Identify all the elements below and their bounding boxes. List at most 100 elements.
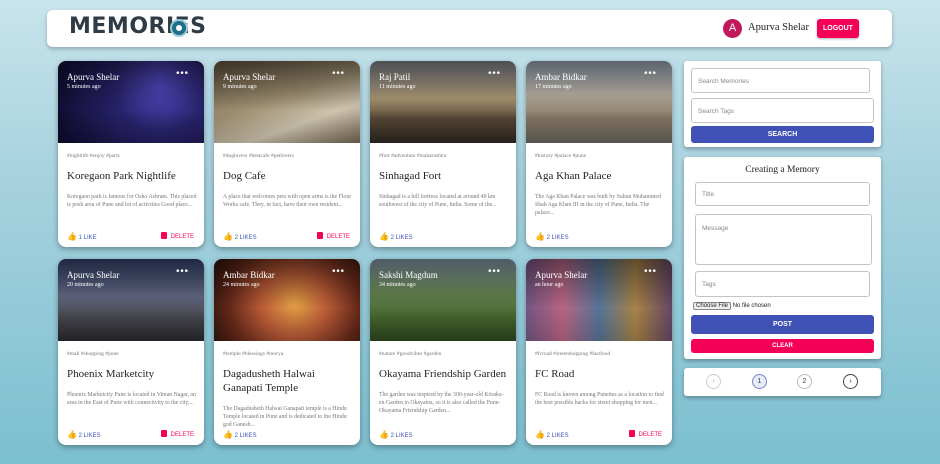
thumb-up-icon: 👍 xyxy=(379,232,389,241)
trash-icon xyxy=(628,430,635,437)
page-1-button[interactable]: 1 xyxy=(752,374,767,389)
like-count: 2 LIKES xyxy=(390,433,413,439)
memory-tags: #mall #shopping #pune xyxy=(67,351,119,357)
memory-title: Dog Cafe xyxy=(223,170,266,182)
delete-label: DELETE xyxy=(170,432,194,438)
clear-button[interactable]: CLEAR xyxy=(691,339,874,353)
memory-card[interactable]: Sakshi Magdum 34 minutes ago ••• #nature… xyxy=(370,259,516,445)
thumb-up-icon: 👍 xyxy=(223,430,233,439)
next-page-button[interactable]: › xyxy=(843,374,858,389)
title-input[interactable]: Title xyxy=(695,182,870,206)
memory-title: Sinhagad Fort xyxy=(379,170,442,182)
memory-tags: #fort #adventure #maharashtra xyxy=(379,153,447,159)
file-upload: Choose File No file chosen xyxy=(693,302,771,310)
memory-time: 20 minutes ago xyxy=(67,282,104,288)
like-button[interactable]: 👍 2 LIKES xyxy=(223,430,257,439)
tags-input[interactable]: Tags xyxy=(695,271,870,297)
delete-button[interactable]: DELETE xyxy=(160,232,194,240)
like-count: 2 LIKES xyxy=(234,235,257,241)
memory-title: Aga Khan Palace xyxy=(535,170,612,182)
memory-message: A place that welcomes pets with open arm… xyxy=(223,194,352,208)
trash-icon xyxy=(160,232,167,239)
like-count: 2 LIKES xyxy=(78,433,101,439)
memory-title: Koregaon Park Nightlife xyxy=(67,170,176,182)
memory-card[interactable]: Raj Patil 11 minutes ago ••• #fort #adve… xyxy=(370,61,516,247)
memory-message: Phoenix Marketcity Pune is located in Vi… xyxy=(67,392,196,406)
memory-creator: Raj Patil xyxy=(379,72,411,82)
memory-card[interactable]: Apurva Shelar 9 minutes ago ••• #doglove… xyxy=(214,61,360,247)
search-panel: Search Memories Search Tags SEARCH xyxy=(684,61,881,147)
delete-button[interactable]: DELETE xyxy=(160,430,194,438)
like-button[interactable]: 👍 2 LIKES xyxy=(535,430,569,439)
more-options-icon[interactable]: ••• xyxy=(175,69,189,79)
memory-creator: Apurva Shelar xyxy=(223,72,276,82)
post-button[interactable]: POST xyxy=(691,315,874,334)
message-placeholder: Message xyxy=(702,225,729,232)
memory-time: 11 minutes ago xyxy=(379,84,416,90)
more-options-icon[interactable]: ••• xyxy=(175,267,189,277)
memory-message: The garden was inspired by the 300-year-… xyxy=(379,392,504,414)
memory-card[interactable]: Apurva Shelar an hour ago ••• #fcroad #s… xyxy=(526,259,672,445)
memory-time: 17 minutes ago xyxy=(535,84,572,90)
memory-time: an hour ago xyxy=(535,282,564,288)
memory-tags: #fcroad #streetshopping #fastfood xyxy=(535,351,611,357)
search-tags-input[interactable]: Search Tags xyxy=(691,98,874,123)
memory-message: FC Road is known among Puneites as a loc… xyxy=(535,392,664,406)
memory-time: 9 minutes ago xyxy=(223,84,257,90)
app-bar: MEMORIES A Apurva Shelar LOGOUT xyxy=(47,10,892,47)
like-count: 2 LIKES xyxy=(234,433,257,439)
logout-button[interactable]: LOGOUT xyxy=(817,19,859,38)
thumb-up-icon: 👍 xyxy=(535,232,545,241)
memory-creator: Apurva Shelar xyxy=(67,270,120,280)
like-button[interactable]: 👍 1 LIKE xyxy=(67,232,97,241)
thumb-up-icon: 👍 xyxy=(67,232,77,241)
like-button[interactable]: 👍 2 LIKES xyxy=(379,430,413,439)
memory-message: The Aga Khan Palace was built by Sultan … xyxy=(535,194,661,216)
memory-message: Sinhagad is a hill fortress located at a… xyxy=(379,194,497,208)
memory-time: 34 minutes ago xyxy=(379,282,416,288)
prev-page-button[interactable]: ‹ xyxy=(706,374,721,389)
like-count: 2 LIKES xyxy=(546,235,569,241)
search-button[interactable]: SEARCH xyxy=(691,126,874,143)
more-options-icon[interactable]: ••• xyxy=(643,69,657,79)
memory-card[interactable]: Apurva Shelar 5 minutes ago ••• #nightli… xyxy=(58,61,204,247)
delete-button[interactable]: DELETE xyxy=(628,430,662,438)
memory-title: Phoenix Marketcity xyxy=(67,368,155,380)
more-options-icon[interactable]: ••• xyxy=(643,267,657,277)
page-2-button[interactable]: 2 xyxy=(797,374,812,389)
delete-button[interactable]: DELETE xyxy=(316,232,350,240)
like-button[interactable]: 👍 2 LIKES xyxy=(67,430,101,439)
trash-icon xyxy=(160,430,167,437)
memory-time: 5 minutes ago xyxy=(67,84,101,90)
create-memory-form: Creating a Memory Title Message Tags Cho… xyxy=(684,157,881,359)
thumb-up-icon: 👍 xyxy=(223,232,233,241)
like-button[interactable]: 👍 2 LIKES xyxy=(535,232,569,241)
delete-label: DELETE xyxy=(170,234,194,240)
more-options-icon[interactable]: ••• xyxy=(487,267,501,277)
form-heading: Creating a Memory xyxy=(745,165,820,175)
memory-message: The Dagadusheth Halwai Ganapati temple i… xyxy=(223,406,347,428)
memory-creator: Apurva Shelar xyxy=(67,72,120,82)
pagination: ‹ 1 2 › xyxy=(684,368,881,396)
memory-title: Okayama Friendship Garden xyxy=(379,368,507,380)
memory-creator: Apurva Shelar xyxy=(535,270,588,280)
delete-label: DELETE xyxy=(326,234,350,240)
memory-tags: #history #palace #pune xyxy=(535,153,587,159)
memory-tags: #temple #blessings #morya xyxy=(223,351,284,357)
memory-card[interactable]: Apurva Shelar 20 minutes ago ••• #mall #… xyxy=(58,259,204,445)
memory-title: Dagadusheth Halwai Ganapati Temple xyxy=(223,368,315,394)
more-options-icon[interactable]: ••• xyxy=(331,69,345,79)
posts-grid: Apurva Shelar 5 minutes ago ••• #nightli… xyxy=(58,61,672,445)
memory-creator: Ambar Bidkar xyxy=(223,270,275,280)
memory-card[interactable]: Ambar Bidkar 24 minutes ago ••• #temple … xyxy=(214,259,360,445)
more-options-icon[interactable]: ••• xyxy=(331,267,345,277)
choose-file-button[interactable]: Choose File xyxy=(693,302,732,310)
memory-time: 24 minutes ago xyxy=(223,282,260,288)
memory-card[interactable]: Ambar Bidkar 17 minutes ago ••• #history… xyxy=(526,61,672,247)
more-options-icon[interactable]: ••• xyxy=(487,69,501,79)
like-button[interactable]: 👍 2 LIKES xyxy=(379,232,413,241)
like-button[interactable]: 👍 2 LIKES xyxy=(223,232,257,241)
message-textarea[interactable]: Message xyxy=(695,214,872,265)
avatar: A xyxy=(723,19,742,38)
search-memories-input[interactable]: Search Memories xyxy=(691,68,870,93)
